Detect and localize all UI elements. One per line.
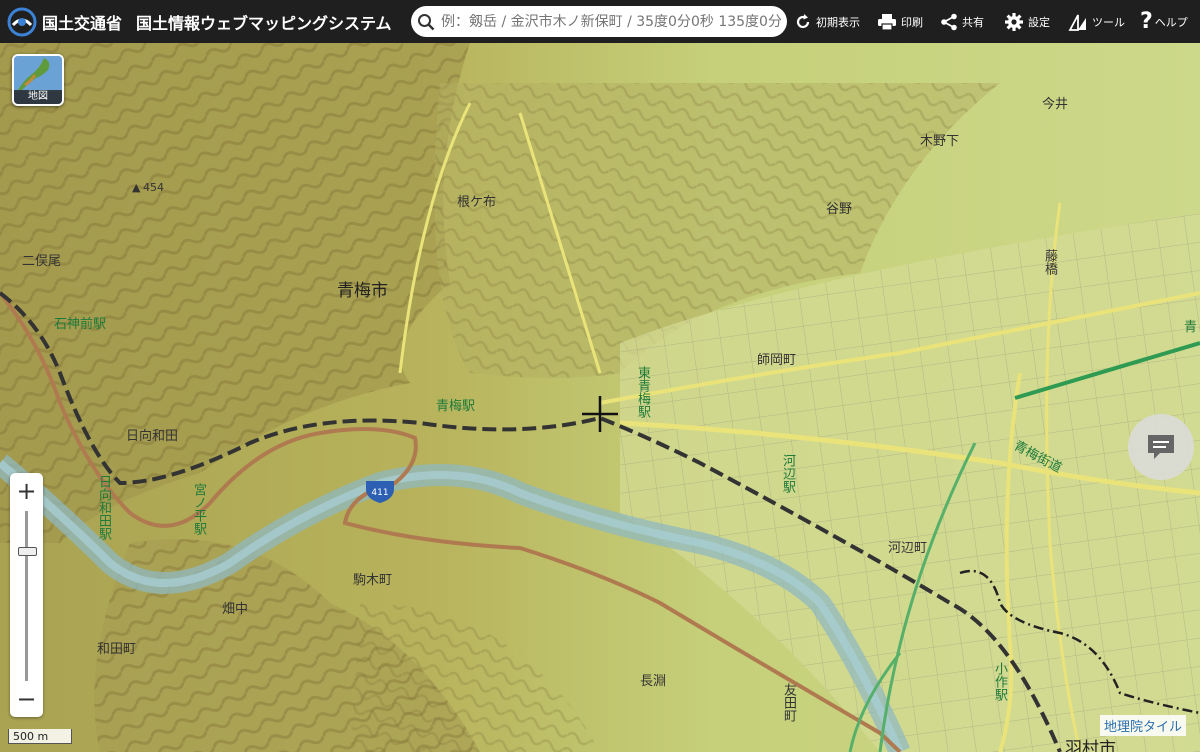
label-hamura-city: 羽村市 [1065, 739, 1116, 752]
label-yano: 谷野 [826, 202, 853, 217]
system-title: 国土情報ウェブマッピングシステム [136, 13, 392, 33]
label-futamatao: 二俣尾 [22, 254, 62, 269]
zoom-control: + − [10, 473, 43, 717]
center-crosshair-icon [582, 396, 618, 432]
label-komagicho: 駒木町 [353, 573, 393, 588]
tools-icon [1068, 14, 1086, 31]
zoom-in-button[interactable]: + [10, 475, 43, 507]
zoom-slider-track[interactable] [25, 511, 28, 681]
reset-view-button[interactable]: 初期表示 [794, 0, 860, 43]
printer-icon [878, 13, 896, 31]
search-input[interactable] [441, 13, 787, 30]
label-nenegaso: 根ケ布 [457, 195, 497, 210]
label-hinatawada: 日向和田 [126, 429, 179, 444]
share-button[interactable]: 共有 [940, 0, 984, 43]
refresh-icon [796, 13, 810, 28]
ministry-name: 国土交通省 [42, 13, 123, 33]
spot-height-value: 454 [143, 181, 164, 194]
reset-view-label: 初期表示 [816, 15, 860, 29]
comment-button[interactable] [1128, 414, 1194, 480]
label-kinoshita: 木野下 [920, 134, 960, 149]
speech-bubble-icon [1148, 435, 1174, 459]
label-ome-station: 青梅駅 [436, 399, 476, 414]
basemap-layer-label: 地図 [14, 90, 62, 104]
label-hatanaka: 畑中 [222, 602, 249, 617]
label-nagabuchi: 長淵 [640, 674, 667, 689]
spot-height-marker: ▲ [132, 181, 141, 194]
gear-icon [1005, 12, 1023, 31]
label-higashiome-station: 東青梅駅 [635, 366, 650, 418]
basemap-layer-button[interactable]: 地図 [12, 54, 64, 106]
label-wadamachi: 和田町 [97, 642, 137, 657]
share-icon [941, 13, 957, 30]
label-ozaku-station: 小作駅 [992, 662, 1007, 701]
help-icon: ? [1140, 9, 1153, 34]
settings-button[interactable]: 設定 [1004, 0, 1050, 43]
label-ishigamimae-station: 石神前駅 [54, 317, 107, 332]
label-hinatawada-station: 日向和田駅 [96, 475, 111, 540]
search-box[interactable] [411, 6, 787, 37]
share-label: 共有 [962, 15, 984, 29]
gsi-logo-icon[interactable] [4, 4, 40, 40]
scale-bar: 500 m [8, 729, 72, 744]
label-kabecho: 河辺町 [888, 541, 928, 556]
label-edge: 青 [1184, 320, 1198, 335]
print-label: 印刷 [901, 15, 923, 29]
help-button[interactable]: ? ヘルプ [1140, 0, 1188, 43]
label-imai: 今井 [1042, 97, 1069, 112]
label-fujihashi: 藤橋 [1042, 249, 1057, 275]
help-label: ヘルプ [1154, 15, 1188, 29]
label-morooka: 師岡町 [757, 353, 797, 368]
japan-map-thumbnail-icon [14, 56, 62, 92]
route-number: 411 [371, 488, 388, 498]
print-button[interactable]: 印刷 [877, 0, 923, 43]
label-tomoda: 友田町 [781, 683, 796, 722]
zoom-out-button[interactable]: − [10, 683, 43, 715]
label-ome-city: 青梅市 [337, 281, 388, 301]
search-icon[interactable] [411, 13, 441, 31]
label-kabe-station: 河辺駅 [780, 454, 795, 493]
zoom-slider-handle[interactable] [18, 547, 37, 556]
label-miyanohira-station: 宮ノ平駅 [191, 483, 206, 535]
tools-label: ツール [1092, 15, 1125, 29]
settings-label: 設定 [1028, 15, 1050, 29]
tools-button[interactable]: ツール [1068, 0, 1125, 43]
attribution-link[interactable]: 地理院タイル [1099, 715, 1186, 736]
